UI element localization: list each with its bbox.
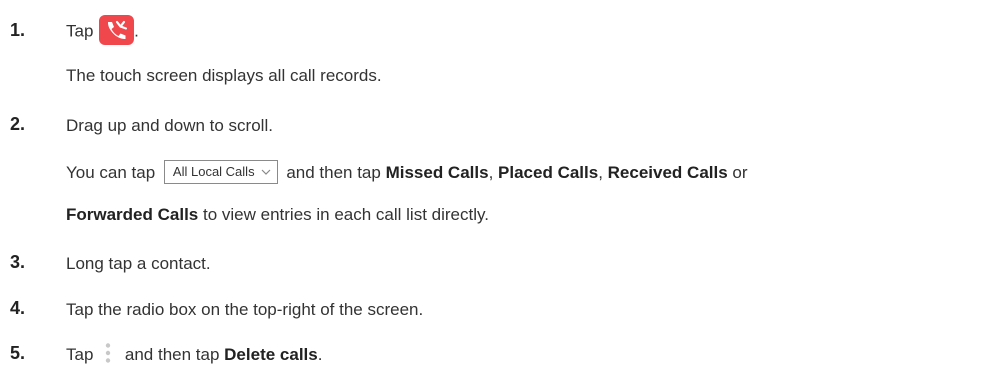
missed-calls-label: Missed Calls [385,163,489,182]
step-5-instruction: Tap and then tap Delete calls. [66,342,322,368]
step-1-instruction: Tap . [66,15,139,47]
forwarded-calls-label: Forwarded Calls [66,205,199,224]
placed-calls-label: Placed Calls [498,163,599,182]
separator-comma: , [488,163,499,182]
call-filter-dropdown-label: All Local Calls [172,163,255,179]
step-1-description: The touch screen displays all call recor… [66,66,382,85]
step-2-note-line-1: You can tap All Local Calls and then tap… [66,159,748,186]
step-2-note-mid: and then tap [286,163,381,182]
step-5-text-after: . [317,345,323,364]
step-number-2: 2. [10,114,26,134]
more-options-icon [102,342,114,364]
step-3-instruction: Long tap a contact. [66,254,211,273]
step-number-3: 3. [10,252,26,272]
step-number-5: 5. [10,343,26,363]
step-number-4: 4. [10,298,26,318]
step-4-instruction: Tap the radio box on the top-right of th… [66,300,424,319]
step-2-note-pre: You can tap [66,163,156,182]
step-2-note-line-2: Forwarded Calls to view entries in each … [66,202,489,228]
step-2-note-tail: to view entries in each call list direct… [198,205,489,224]
call-filter-dropdown[interactable]: All Local Calls [163,159,278,184]
step-1-text-before: Tap [66,21,99,41]
call-history-icon [99,15,135,45]
delete-calls-label: Delete calls [224,345,318,364]
received-calls-label: Received Calls [607,163,728,182]
step-5-text-before: Tap [66,345,94,364]
step-5-text-mid: and then tap [124,345,225,364]
step-1-text-after: . [134,21,139,41]
separator-or: or [727,163,748,182]
separator-comma: , [598,163,608,182]
chevron-down-icon [261,169,271,175]
step-2-instruction: Drag up and down to scroll. [66,116,273,135]
step-number-1: 1. [10,20,26,40]
